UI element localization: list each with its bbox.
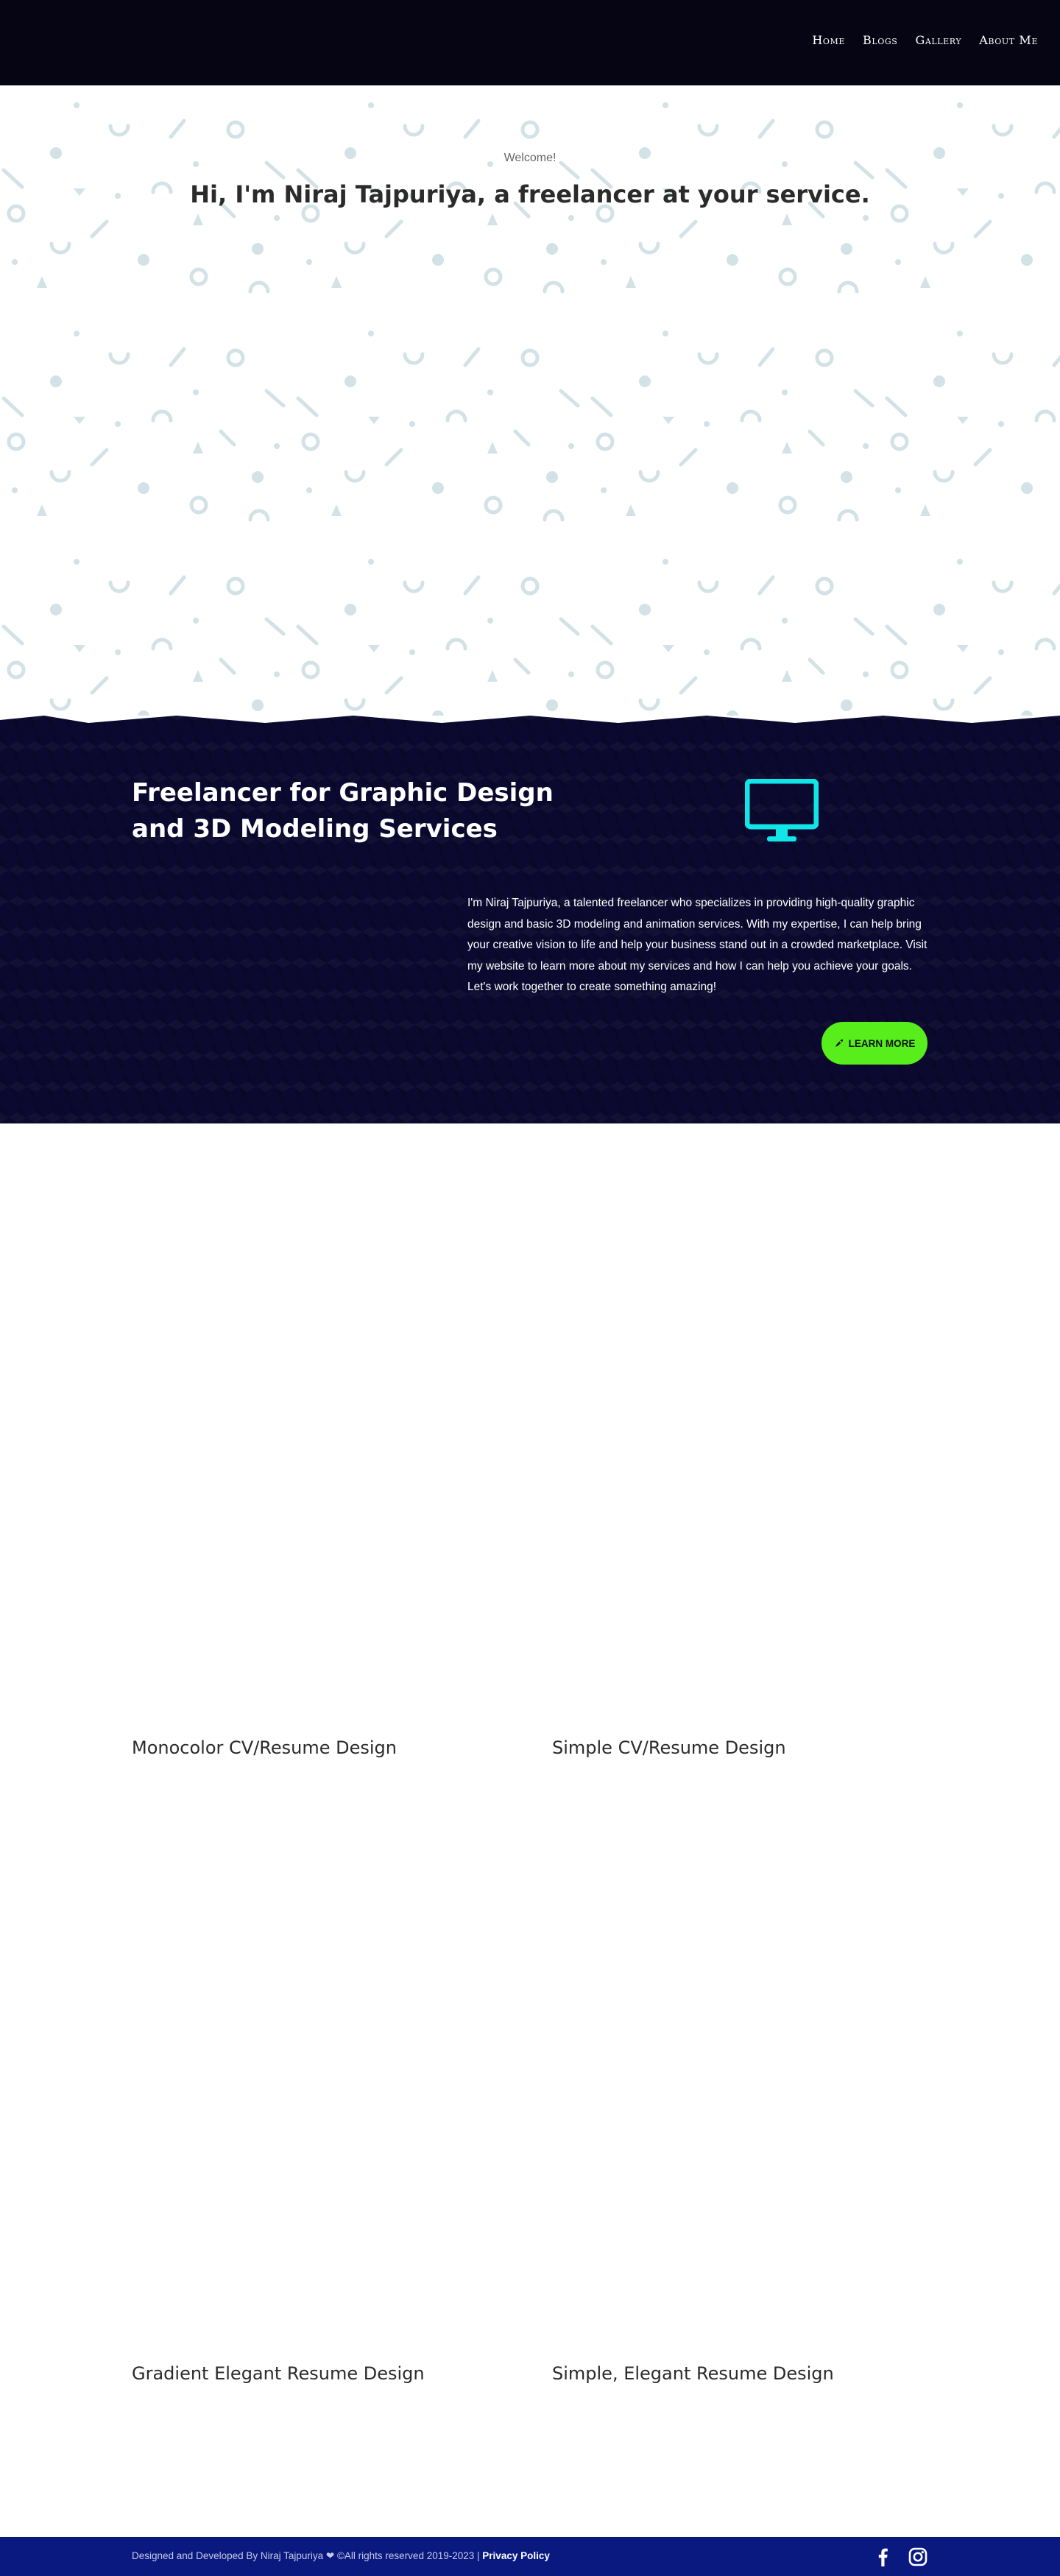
- facebook-icon[interactable]: [877, 2547, 888, 2566]
- footer-credits: Designed and Developed By Niraj Tajpuriy…: [132, 2550, 550, 2562]
- privacy-policy-link[interactable]: Privacy Policy: [482, 2550, 550, 2561]
- nav-home-link[interactable]: Home: [812, 33, 845, 47]
- services-title: Freelancer for Graphic Design and 3D Mod…: [132, 778, 554, 844]
- learn-more-button[interactable]: LEARN MORE: [822, 1022, 928, 1065]
- resume-card-title[interactable]: Simple CV/Resume Design: [552, 1737, 786, 1758]
- welcome-text: Welcome!: [504, 152, 556, 164]
- hero-section: Welcome! Hi, I'm Niraj Tajpuriya, a free…: [0, 85, 1060, 736]
- learn-more-label: LEARN MORE: [848, 1037, 916, 1049]
- nav-about-me-link[interactable]: About Me: [979, 33, 1038, 47]
- footer-copyright-text: Designed and Developed By Niraj Tajpuriy…: [132, 2550, 480, 2561]
- monitor-icon: [745, 779, 819, 841]
- resume-card-title[interactable]: Monocolor CV/Resume Design: [132, 1737, 397, 1758]
- rocket-icon: [835, 1040, 843, 1047]
- nav-gallery-link[interactable]: Gallery: [915, 33, 961, 47]
- services-description: I'm Niraj Tajpuriya, a talented freelanc…: [467, 897, 928, 993]
- main-menu: Home Blogs Gallery About Me: [812, 33, 1038, 47]
- site-footer: Designed and Developed By Niraj Tajpuriy…: [0, 2537, 1060, 2576]
- resume-card-title[interactable]: Simple, Elegant Resume Design: [552, 2363, 834, 2384]
- instagram-icon[interactable]: [908, 2547, 928, 2566]
- hero-title: Hi, I'm Niraj Tajpuriya, a freelancer at…: [190, 180, 870, 208]
- resume-card-title[interactable]: Gradient Elegant Resume Design: [132, 2363, 425, 2384]
- nav-blogs-link[interactable]: Blogs: [863, 33, 897, 47]
- top-navigation-bar: Home Blogs Gallery About Me: [0, 0, 1060, 85]
- zigzag-divider: [0, 716, 1060, 723]
